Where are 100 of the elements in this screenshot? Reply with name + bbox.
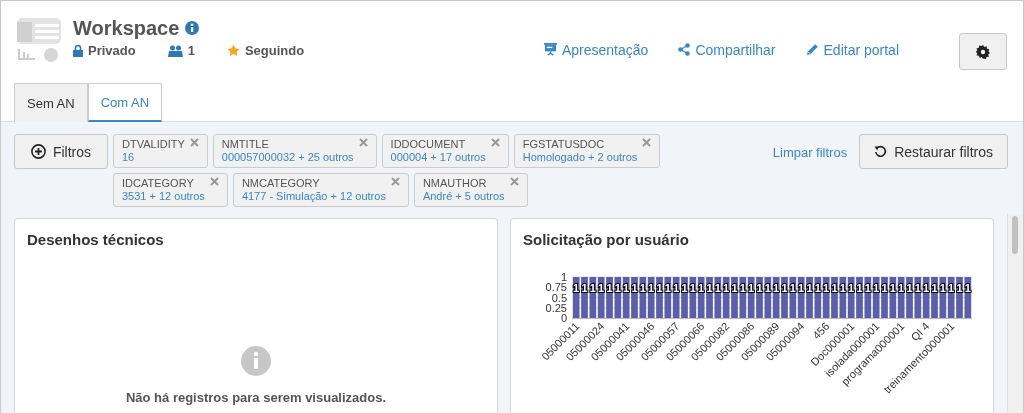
data-label: 1	[739, 282, 746, 294]
data-label: 1	[848, 282, 855, 294]
data-label: 1	[698, 282, 705, 294]
close-icon[interactable]	[390, 177, 400, 186]
data-label: 1	[856, 282, 863, 294]
data-label: 1	[964, 282, 971, 294]
data-label: 1	[914, 282, 921, 294]
member-count: 1	[187, 43, 195, 58]
data-label: 1	[931, 282, 938, 294]
filter-chip[interactable]: NMCATEGORY 4177 - Simulação + 12 outros	[232, 173, 409, 207]
data-label: 1	[706, 282, 713, 294]
share-link[interactable]: Compartilhar	[678, 41, 776, 58]
data-label: 1	[956, 282, 963, 294]
data-label: 1	[948, 282, 955, 294]
tab[interactable]: Sem AN	[14, 83, 88, 122]
filter-field-name: NMCATEGORY	[241, 177, 321, 190]
filter-chip[interactable]: NMTITLE 000057000032 + 25 outros	[212, 134, 377, 168]
refresh-icon	[874, 145, 888, 158]
y-axis-label: 0.25	[545, 301, 567, 314]
filter-chip[interactable]: IDDOCUMENT 000004 + 17 outros	[381, 134, 509, 168]
filter-field-name: IDDOCUMENT	[390, 138, 467, 151]
star-icon	[226, 44, 240, 57]
data-label: 1	[723, 282, 730, 294]
tab[interactable]: Com AN	[87, 83, 163, 122]
data-label: 1	[898, 282, 905, 294]
data-label: 1	[673, 282, 680, 294]
data-label: 1	[881, 282, 888, 294]
scrollbar[interactable]	[1007, 214, 1023, 413]
data-label: 1	[573, 282, 580, 294]
close-icon[interactable]	[642, 138, 652, 147]
close-icon[interactable]	[358, 138, 368, 147]
y-axis-label: 0.5	[551, 291, 567, 304]
panel-title: Desenhos técnicos	[26, 230, 165, 249]
data-label: 1	[656, 282, 663, 294]
close-icon[interactable]	[490, 138, 500, 147]
filter-value: 3531 + 12 outros	[122, 190, 205, 203]
data-label: 1	[614, 282, 621, 294]
people-icon	[167, 44, 183, 57]
empty-message: Não há registros para serem visualizados.	[125, 390, 387, 405]
filter-field-name: IDCATEGORY	[122, 177, 195, 190]
filter-chip[interactable]: DTVALIDITY 16	[113, 134, 208, 168]
edit-link[interactable]: Editar portal	[805, 41, 899, 58]
info-icon[interactable]	[185, 21, 200, 35]
settings-button[interactable]	[959, 33, 1007, 70]
filter-field-name: NMTITLE	[221, 138, 270, 151]
info-icon	[241, 346, 271, 376]
data-label: 1	[581, 282, 588, 294]
data-label: 1	[939, 282, 946, 294]
filter-value: 000004 + 17 outros	[390, 151, 486, 164]
data-label: 1	[889, 282, 896, 294]
panel-title: Solicitação por usuário	[522, 230, 690, 249]
y-axis-label: 0.75	[545, 281, 567, 294]
filter-chip[interactable]: IDCATEGORY 3531 + 12 outros	[113, 173, 228, 207]
filter-field-name: FGSTATUSDOC	[522, 138, 606, 151]
data-label: 1	[639, 282, 646, 294]
settings-icon	[976, 44, 990, 59]
data-label: 1	[631, 282, 638, 294]
close-icon[interactable]	[209, 177, 219, 186]
data-label: 1	[814, 282, 821, 294]
clear-filters-link[interactable]: Limpar filtros	[772, 145, 848, 160]
data-label: 1	[806, 282, 813, 294]
data-label: 1	[798, 282, 805, 294]
data-label: 1	[664, 282, 671, 294]
presentation-link[interactable]: Apresentação	[543, 41, 649, 58]
filter-value: André + 5 outros	[422, 190, 505, 203]
data-label: 1	[756, 282, 763, 294]
filter-value: 000057000032 + 25 outros	[221, 151, 354, 164]
plus-circle-icon	[30, 144, 46, 159]
restore-filters-button[interactable]: Restaurar filtros	[859, 134, 1008, 169]
data-label: 1	[681, 282, 688, 294]
data-label: 1	[831, 282, 838, 294]
filters-button[interactable]: Filtros	[14, 134, 108, 169]
privacy-label: Privado	[88, 43, 136, 58]
data-label: 1	[864, 282, 871, 294]
filter-field-name: NMAUTHOR	[422, 177, 488, 190]
workspace-title: Workspace	[73, 16, 180, 40]
filter-value: Homologado + 2 outros	[522, 151, 638, 164]
share-icon	[678, 43, 691, 56]
following-label: Seguindo	[244, 43, 305, 58]
filter-chip[interactable]: NMAUTHOR André + 5 outros	[413, 173, 528, 207]
data-label: 1	[789, 282, 796, 294]
data-label: 1	[606, 282, 613, 294]
filter-field-name: DTVALIDITY	[122, 138, 185, 151]
data-label: 1	[764, 282, 771, 294]
data-label: 1	[781, 282, 788, 294]
close-icon[interactable]	[189, 138, 199, 147]
data-label: 1	[839, 282, 846, 294]
data-label: 1	[648, 282, 655, 294]
data-label: 1	[823, 282, 830, 294]
data-label: 1	[748, 282, 755, 294]
workspace-logo-icon	[15, 16, 63, 64]
filter-value: 16	[122, 151, 136, 164]
data-label: 1	[873, 282, 880, 294]
data-label: 1	[589, 282, 596, 294]
data-label: 1	[623, 282, 630, 294]
y-axis-label: 0	[560, 312, 567, 324]
presentation-icon	[543, 43, 557, 56]
close-icon[interactable]	[509, 177, 519, 186]
filter-chip[interactable]: FGSTATUSDOC Homologado + 2 outros	[513, 134, 661, 168]
lock-icon	[73, 44, 83, 57]
